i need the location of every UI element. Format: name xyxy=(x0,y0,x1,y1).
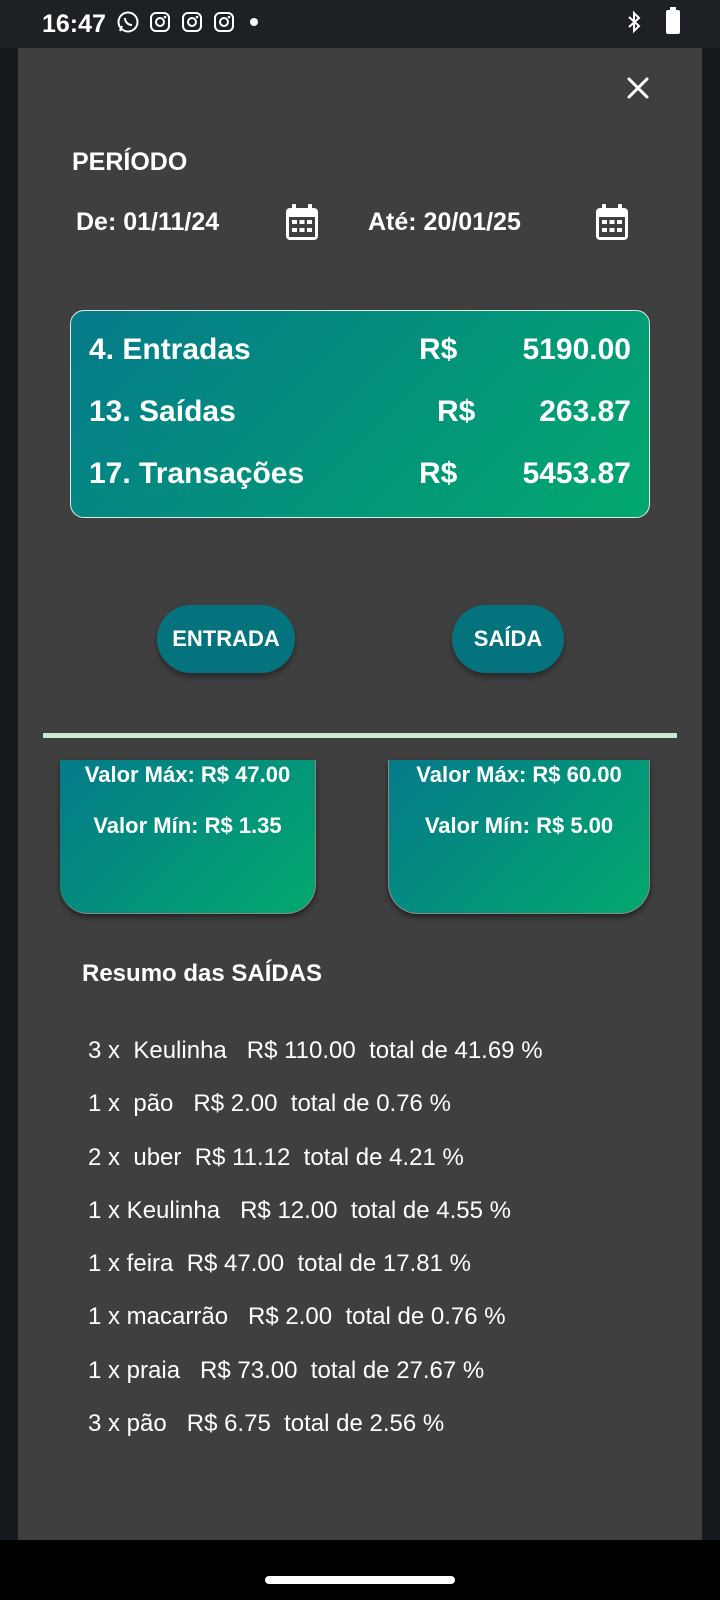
list-item: 1 x pão R$ 2.00 total de 0.76 % xyxy=(88,1090,451,1118)
stat-card-entradas[interactable]: Valor Máx: R$ 47.00 Valor Mín: R$ 1.35 xyxy=(60,760,316,914)
stat-card-saidas[interactable]: Valor Máx: R$ 60.00 Valor Mín: R$ 5.00 xyxy=(388,760,650,914)
date-from-label[interactable]: De: 01/11/24 xyxy=(76,208,219,237)
list-item: 1 x macarrão R$ 2.00 total de 0.76 % xyxy=(88,1303,506,1331)
summary-row-saidas: 13. Saídas R$ 263.87 xyxy=(71,395,649,435)
summary-card: 4. Entradas R$ 5190.00 13. Saídas R$ 263… xyxy=(70,310,650,518)
system-icons xyxy=(622,7,680,34)
more-notifications-dot-icon xyxy=(250,18,258,26)
resumo-list: 3 x Keulinha R$ 110.00 total de 41.69 % … xyxy=(88,1036,688,1462)
battery-icon xyxy=(666,7,680,34)
summary-row-entradas: 4. Entradas R$ 5190.00 xyxy=(71,333,649,373)
whatsapp-icon xyxy=(116,10,140,34)
close-button[interactable] xyxy=(620,70,656,106)
status-bar: 16:47 xyxy=(0,0,720,48)
instagram-icon xyxy=(180,10,204,34)
close-icon xyxy=(627,77,649,99)
list-item: 1 x praia R$ 73.00 total de 27.67 % xyxy=(88,1356,485,1384)
bluetooth-icon xyxy=(622,10,646,34)
summary-row-value: 5190.00 xyxy=(522,333,631,366)
summary-row-label: 17. Transações xyxy=(89,457,305,490)
stat-min-value: Valor Mín: R$ 1.35 xyxy=(93,813,282,838)
list-item: 3 x pão R$ 6.75 total de 2.56 % xyxy=(88,1410,445,1438)
list-item: 3 x Keulinha R$ 110.00 total de 41.69 % xyxy=(88,1037,543,1064)
summary-row-currency: R$ xyxy=(419,457,458,490)
entrada-button[interactable]: ENTRADA xyxy=(157,605,295,673)
periodo-label: PERÍODO xyxy=(72,148,188,176)
stat-max-value: Valor Máx: R$ 47.00 xyxy=(84,762,291,787)
list-item: 1 x feira R$ 47.00 total de 17.81 % xyxy=(88,1250,471,1278)
summary-row-label: 4. Entradas xyxy=(89,333,251,366)
summary-row-label: 13. Saídas xyxy=(89,395,236,428)
period-summary-dialog: PERÍODO De: 01/11/24 Até: 20/01/25 4. En… xyxy=(18,48,702,1540)
summary-row-value: 5453.87 xyxy=(522,457,631,490)
date-to-label[interactable]: Até: 20/01/25 xyxy=(368,208,521,237)
instagram-icon xyxy=(148,10,172,34)
summary-row-currency: R$ xyxy=(419,333,458,366)
stat-max-value: Valor Máx: R$ 60.00 xyxy=(416,762,622,787)
calendar-icon[interactable] xyxy=(594,202,630,242)
status-time: 16:47 xyxy=(42,10,106,38)
navigation-bar xyxy=(0,1540,720,1600)
stat-min-value: Valor Mín: R$ 5.00 xyxy=(424,813,614,838)
summary-row-transacoes: 17. Transações R$ 5453.87 xyxy=(71,457,649,497)
list-item: 1 x Keulinha R$ 12.00 total de 4.55 % xyxy=(88,1196,511,1224)
list-item: 2 x uber R$ 11.12 total de 4.21 % xyxy=(88,1143,464,1171)
divider xyxy=(43,733,677,738)
instagram-icon xyxy=(212,10,236,34)
summary-row-value: 263.87 xyxy=(539,395,631,428)
saida-button[interactable]: SAÍDA xyxy=(452,605,564,673)
summary-row-currency: R$ xyxy=(437,395,476,428)
home-gesture-handle[interactable] xyxy=(265,1576,455,1584)
resumo-title: Resumo das SAÍDAS xyxy=(82,960,323,987)
calendar-icon[interactable] xyxy=(284,202,320,242)
notification-icons xyxy=(116,10,258,34)
